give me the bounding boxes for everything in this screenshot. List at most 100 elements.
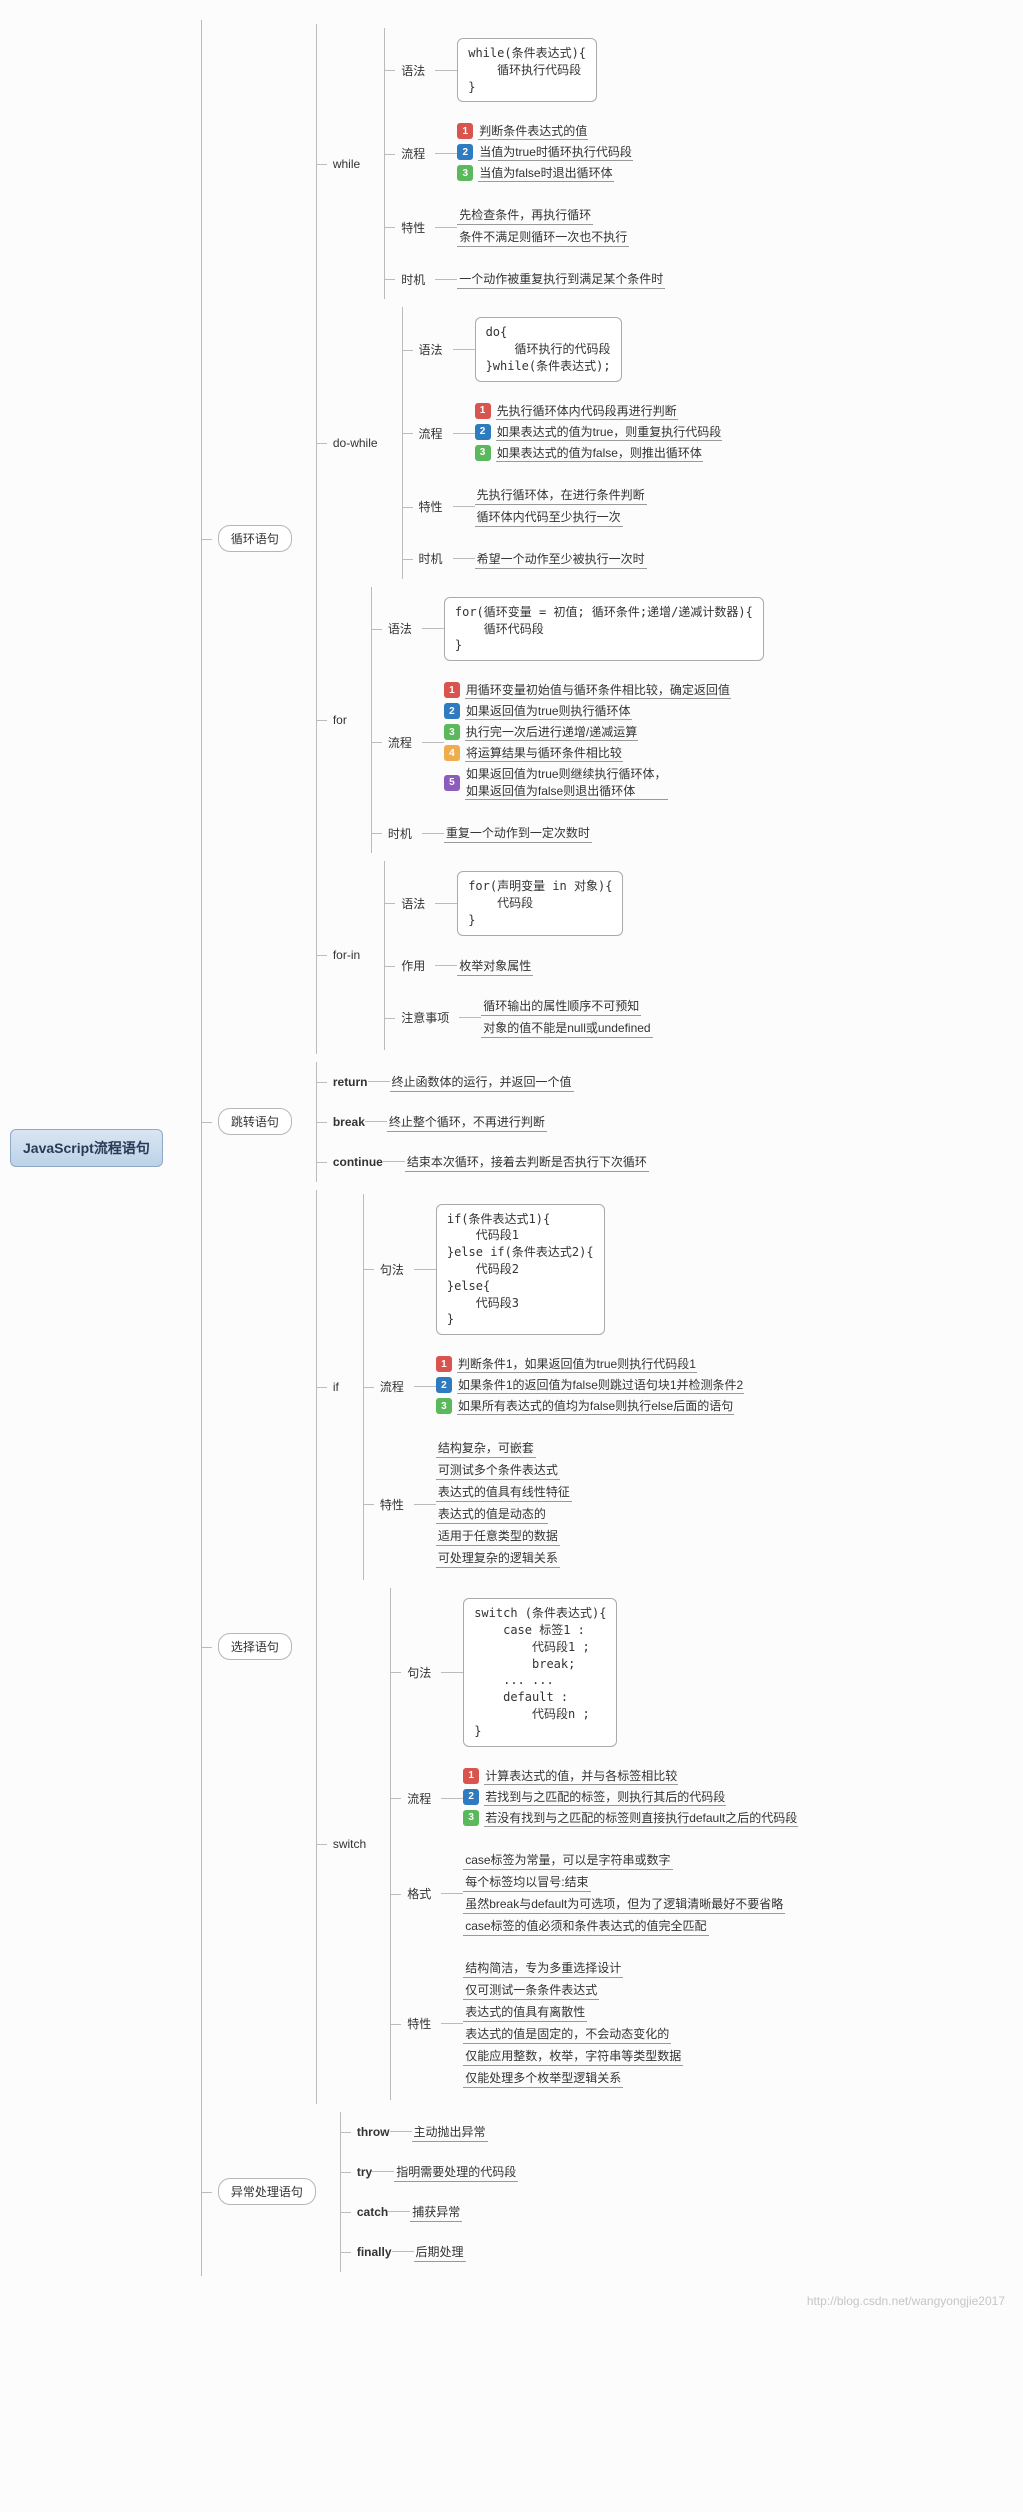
- forin-note-2: 对象的值不能是null或undefined: [481, 1018, 652, 1038]
- switch-process-label: 流程: [407, 1790, 431, 1807]
- forin-use: 枚举对象属性: [457, 956, 533, 976]
- while-trait-label: 特性: [401, 219, 425, 236]
- for-step-1: 用循环变量初始值与循环条件相比较，确定返回值: [465, 681, 731, 699]
- if-step-1: 判断条件1，如果返回值为true则执行代码段1: [457, 1355, 697, 1373]
- while-process-label: 流程: [401, 145, 425, 162]
- while-syntax-code: while(条件表达式){ 循环执行代码段 }: [457, 38, 597, 102]
- switch-trait-6: 仅能处理多个枚举型逻辑关系: [463, 2068, 623, 2088]
- while-step-2: 当值为true时循环执行代码段: [478, 143, 633, 161]
- step-badge-5: 5: [444, 775, 460, 791]
- continue-text: 结束本次循环，接着去判断是否执行下次循环: [405, 1152, 649, 1172]
- switch-trait-3: 表达式的值具有离散性: [463, 2002, 587, 2022]
- if-step-3: 如果所有表达式的值均为false则执行else后面的语句: [457, 1397, 734, 1415]
- switch-format-4: case标签的值必须和条件表达式的值完全匹配: [463, 1916, 708, 1936]
- loop-node: 循环语句: [218, 525, 292, 552]
- step-badge-3: 3: [444, 724, 460, 740]
- for-step-4: 将运算结果与循环条件相比较: [465, 744, 623, 762]
- break-text: 终止整个循环，不再进行判断: [387, 1112, 547, 1132]
- forin-syntax-code: for(声明变量 in 对象){ 代码段 }: [457, 871, 623, 935]
- try-node: try: [357, 2163, 372, 2181]
- while-node: while: [333, 155, 360, 173]
- step-badge-3: 3: [457, 165, 473, 181]
- switch-node: switch: [333, 1835, 366, 1853]
- step-badge-2: 2: [475, 424, 491, 440]
- finally-text: 后期处理: [414, 2242, 466, 2262]
- finally-node: finally: [357, 2243, 392, 2261]
- step-badge-3: 3: [436, 1398, 452, 1414]
- dowhile-step-3: 如果表达式的值为false，则推出循环体: [496, 444, 703, 462]
- if-process-label: 流程: [380, 1378, 404, 1395]
- throw-text: 主动抛出异常: [412, 2122, 488, 2142]
- dowhile-syntax-code: do{ 循环执行的代码段 }while(条件表达式);: [475, 317, 622, 381]
- while-step-3: 当值为false时退出循环体: [478, 164, 613, 182]
- if-step-2: 如果条件1的返回值为false则跳过语句块1并检测条件2: [457, 1376, 744, 1394]
- step-badge-1: 1: [475, 403, 491, 419]
- switch-step-2: 若找到与之匹配的标签，则执行其后的代码段: [484, 1788, 726, 1806]
- try-text: 指明需要处理的代码段: [394, 2162, 518, 2182]
- dowhile-step-1: 先执行循环体内代码段再进行判断: [496, 402, 678, 420]
- for-step-3: 执行完一次后进行递增/递减运算: [465, 723, 638, 741]
- root-node: JavaScript流程语句: [10, 1129, 163, 1167]
- forin-note-1: 循环输出的属性顺序不可预知: [481, 996, 641, 1016]
- switch-syntax-label: 句法: [407, 1664, 431, 1681]
- dowhile-trait-2: 循环体内代码至少执行一次: [475, 507, 623, 527]
- step-badge-1: 1: [436, 1356, 452, 1372]
- exception-node: 异常处理语句: [218, 2178, 316, 2205]
- while-trait-2: 条件不满足则循环一次也不执行: [457, 227, 629, 247]
- if-trait-6: 可处理复杂的逻辑关系: [436, 1548, 560, 1568]
- if-trait-1: 结构复杂，可嵌套: [436, 1438, 536, 1458]
- switch-step-3: 若没有找到与之匹配的标签则直接执行default之后的代码段: [484, 1809, 798, 1827]
- while-step-1: 判断条件表达式的值: [478, 122, 588, 140]
- catch-text: 捕获异常: [410, 2202, 462, 2222]
- switch-syntax-code: switch (条件表达式){ case 标签1 : 代码段1 ; break;…: [463, 1598, 617, 1746]
- step-badge-1: 1: [444, 682, 460, 698]
- if-syntax-code: if(条件表达式1){ 代码段1 }else if(条件表达式2){ 代码段2 …: [436, 1204, 605, 1336]
- for-process-label: 流程: [388, 734, 412, 751]
- for-when: 重复一个动作到一定次数时: [444, 823, 592, 843]
- dowhile-node: do-while: [333, 434, 378, 452]
- forin-node: for-in: [333, 946, 360, 964]
- switch-trait-5: 仅能应用整数，枚举，字符串等类型数据: [463, 2046, 683, 2066]
- step-badge-4: 4: [444, 745, 460, 761]
- forin-syntax-label: 语法: [401, 895, 425, 912]
- break-node: break: [333, 1113, 365, 1131]
- step-badge-2: 2: [436, 1377, 452, 1393]
- if-trait-3: 表达式的值具有线性特征: [436, 1482, 572, 1502]
- throw-node: throw: [357, 2123, 390, 2141]
- dowhile-trait-label: 特性: [419, 498, 443, 515]
- jump-node: 跳转语句: [218, 1108, 292, 1135]
- forin-use-label: 作用: [401, 957, 425, 974]
- catch-node: catch: [357, 2203, 388, 2221]
- if-trait-5: 适用于任意类型的数据: [436, 1526, 560, 1546]
- if-trait-label: 特性: [380, 1496, 404, 1513]
- step-badge-2: 2: [444, 703, 460, 719]
- dowhile-step-2: 如果表达式的值为true，则重复执行代码段: [496, 423, 723, 441]
- step-badge-2: 2: [463, 1789, 479, 1805]
- if-trait-4: 表达式的值是动态的: [436, 1504, 548, 1524]
- for-when-label: 时机: [388, 825, 412, 842]
- switch-format-3: 虽然break与default为可选项，但为了逻辑清晰最好不要省略: [463, 1894, 785, 1914]
- step-badge-1: 1: [457, 123, 473, 139]
- dowhile-process-label: 流程: [419, 425, 443, 442]
- switch-trait-1: 结构简洁，专为多重选择设计: [463, 1958, 623, 1978]
- switch-trait-2: 仅可测试一条条件表达式: [463, 1980, 599, 2000]
- switch-format-2: 每个标签均以冒号:结束: [463, 1872, 590, 1892]
- select-node: 选择语句: [218, 1633, 292, 1660]
- while-trait-1: 先检查条件，再执行循环: [457, 205, 593, 225]
- footer-url: http://blog.csdn.net/wangyongjie2017: [807, 2294, 1005, 2308]
- while-syntax-label: 语法: [401, 62, 425, 79]
- return-node: return: [333, 1073, 368, 1091]
- if-syntax-label: 句法: [380, 1261, 404, 1278]
- step-badge-3: 3: [475, 445, 491, 461]
- for-syntax-label: 语法: [388, 620, 412, 637]
- while-when-label: 时机: [401, 271, 425, 288]
- continue-node: continue: [333, 1153, 383, 1171]
- for-syntax-code: for(循环变量 = 初值; 循环条件;递增/递减计数器){ 循环代码段 }: [444, 597, 764, 661]
- if-trait-2: 可测试多个条件表达式: [436, 1460, 560, 1480]
- switch-step-1: 计算表达式的值，并与各标签相比较: [484, 1767, 678, 1785]
- dowhile-when-label: 时机: [419, 550, 443, 567]
- dowhile-when: 希望一个动作至少被执行一次时: [475, 549, 647, 569]
- dowhile-trait-1: 先执行循环体，在进行条件判断: [475, 485, 647, 505]
- step-badge-1: 1: [463, 1768, 479, 1784]
- switch-format-1: case标签为常量，可以是字符串或数字: [463, 1850, 672, 1870]
